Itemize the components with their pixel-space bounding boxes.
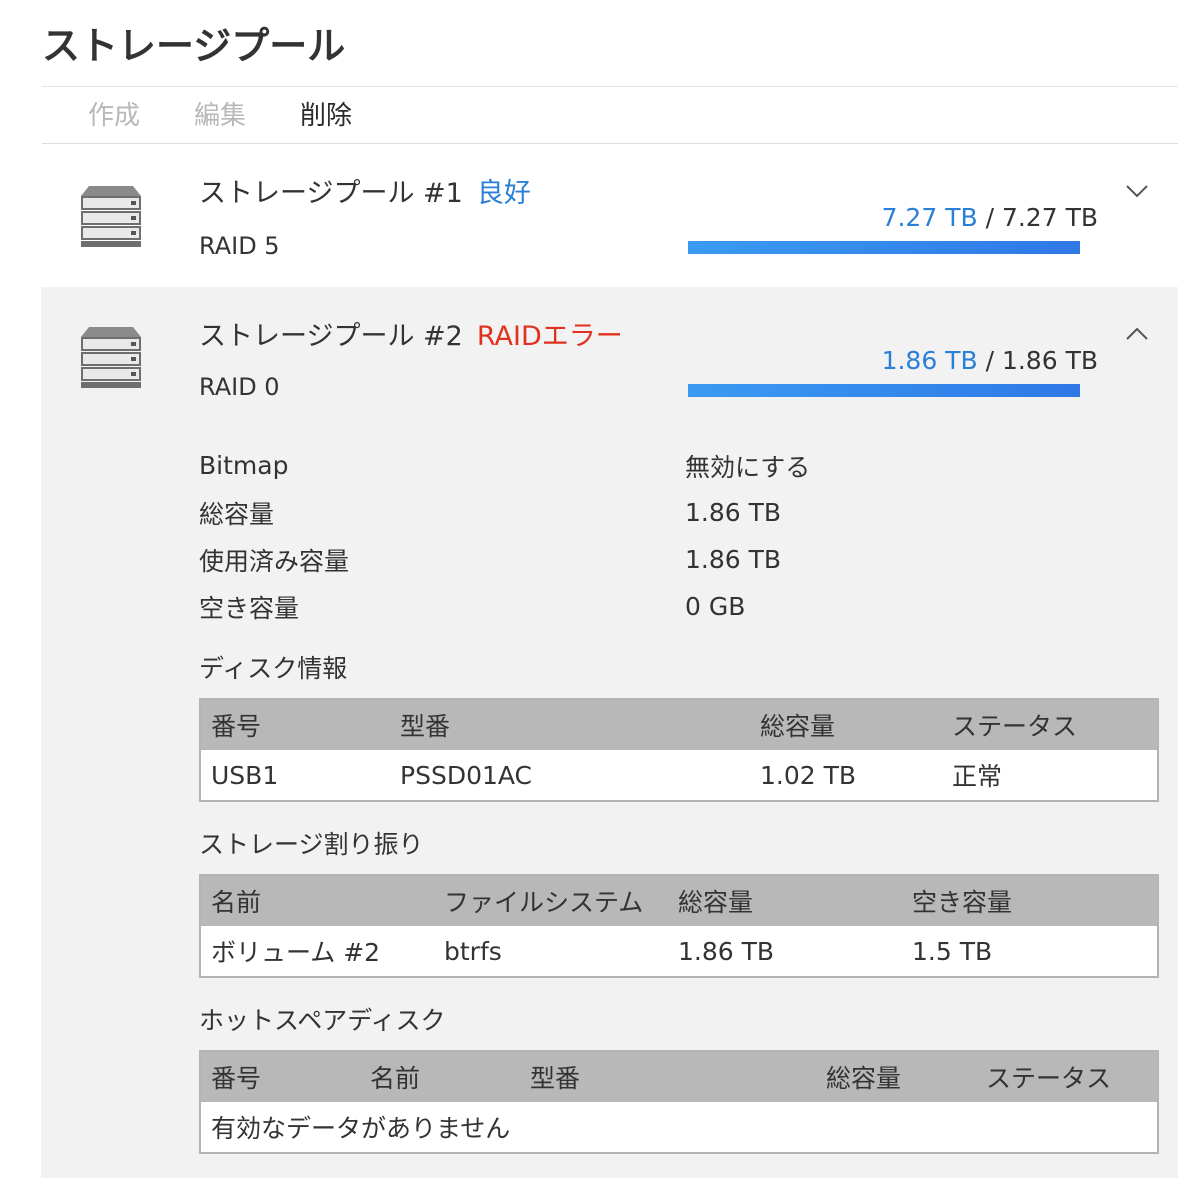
property-label: 使用済み容量: [199, 546, 350, 576]
pool-properties: Bitmap 無効にする 総容量 1.86 TB 使用済み容量 1.86 TB …: [199, 442, 810, 630]
property-row: 空き容量 0 GB: [199, 583, 810, 630]
pool-status-badge: 良好: [476, 178, 531, 209]
table-cell: 1.5 TB: [902, 926, 1158, 977]
property-label: 空き容量: [199, 593, 300, 623]
property-value: 0 GB: [685, 592, 746, 621]
storage-pool-2[interactable]: ストレージプール #2 RAIDエラー RAID 0 1.86 TB / 1.86…: [41, 287, 1178, 1178]
column-header[interactable]: 総容量: [750, 699, 942, 750]
table-cell: 1.86 TB: [668, 926, 902, 977]
used-capacity: 7.27 TB: [881, 203, 978, 232]
capacity-text: 7.27 TB / 7.27 TB: [882, 202, 1098, 234]
table-header-row: 番号 名前 型番 総容量 ステータス: [200, 1051, 1158, 1102]
server-stack-icon: [81, 327, 141, 388]
table-cell: 1.02 TB: [750, 750, 942, 801]
table-header-row: 名前 ファイルシステム 総容量 空き容量: [200, 875, 1158, 926]
capacity-bar: [688, 241, 1080, 254]
empty-message: 有効なデータがありません: [200, 1102, 1158, 1153]
column-header[interactable]: 総容量: [816, 1051, 976, 1102]
hot-spare-title: ホットスペアディスク: [199, 1006, 446, 1035]
column-header[interactable]: 番号: [200, 699, 390, 750]
table-row[interactable]: USB1 PSSD01AC 1.02 TB 正常: [200, 750, 1158, 801]
delete-button[interactable]: 削除: [300, 96, 352, 136]
capacity-bar-fill: [688, 241, 1080, 254]
column-header[interactable]: 型番: [520, 1051, 816, 1102]
property-row: 使用済み容量 1.86 TB: [199, 536, 810, 583]
raid-level: RAID 0: [199, 373, 280, 401]
table-cell: ボリューム #2: [200, 926, 434, 977]
disk-info-table: 番号 型番 総容量 ステータス USB1 PSSD01AC 1.02 TB 正常: [199, 698, 1159, 802]
disk-status: 正常: [942, 750, 1158, 801]
create-button[interactable]: 作成: [88, 96, 140, 136]
property-label: 総容量: [199, 499, 275, 529]
table-row: 有効なデータがありません: [200, 1102, 1158, 1153]
column-header[interactable]: ファイルシステム: [434, 875, 668, 926]
property-row: Bitmap 無効にする: [199, 442, 810, 489]
column-header[interactable]: ステータス: [942, 699, 1158, 750]
edit-button[interactable]: 編集: [194, 96, 246, 136]
table-header-row: 番号 型番 総容量 ステータス: [200, 699, 1158, 750]
capacity-bar: [688, 384, 1080, 397]
table-cell: PSSD01AC: [390, 750, 750, 801]
storage-pool-1[interactable]: ストレージプール #1 良好 RAID 5 7.27 TB / 7.27 TB: [41, 144, 1178, 287]
column-header[interactable]: ステータス: [976, 1051, 1158, 1102]
total-capacity: 1.86 TB: [1001, 346, 1098, 375]
raid-level: RAID 5: [199, 232, 280, 260]
column-header[interactable]: 番号: [200, 1051, 360, 1102]
title-divider: [42, 86, 1178, 87]
pool-name: ストレージプール #1: [199, 178, 463, 209]
total-capacity: 7.27 TB: [1001, 203, 1098, 232]
table-cell: btrfs: [434, 926, 668, 977]
table-row[interactable]: ボリューム #2 btrfs 1.86 TB 1.5 TB: [200, 926, 1158, 977]
disk-info-title: ディスク情報: [199, 654, 348, 683]
pool-title: ストレージプール #1 良好: [199, 176, 531, 212]
table-cell: USB1: [200, 750, 390, 801]
property-value: 1.86 TB: [685, 498, 782, 527]
hot-spare-table: 番号 名前 型番 総容量 ステータス 有効なデータがありません: [199, 1050, 1159, 1154]
page-title: ストレージプール: [42, 24, 346, 68]
pool-title: ストレージプール #2 RAIDエラー: [199, 319, 623, 355]
server-stack-icon: [81, 186, 141, 247]
pool-name: ストレージプール #2: [199, 321, 463, 352]
column-header[interactable]: 空き容量: [902, 875, 1158, 926]
capacity-separator: /: [977, 203, 1002, 232]
allocation-table: 名前 ファイルシステム 総容量 空き容量 ボリューム #2 btrfs 1.86…: [199, 874, 1159, 978]
property-row: 総容量 1.86 TB: [199, 489, 810, 536]
property-value: 無効にする: [685, 452, 811, 482]
chevron-up-icon[interactable]: [1124, 321, 1150, 347]
property-label: Bitmap: [199, 451, 289, 480]
column-header[interactable]: 名前: [200, 875, 434, 926]
pool-status-badge: RAIDエラー: [476, 321, 623, 352]
property-value: 1.86 TB: [685, 545, 782, 574]
column-header[interactable]: 総容量: [668, 875, 902, 926]
chevron-down-icon[interactable]: [1124, 178, 1150, 204]
used-capacity: 1.86 TB: [881, 346, 978, 375]
column-header[interactable]: 名前: [360, 1051, 520, 1102]
capacity-text: 1.86 TB / 1.86 TB: [882, 345, 1098, 377]
allocation-title: ストレージ割り振り: [199, 830, 424, 859]
capacity-bar-fill: [688, 384, 1080, 397]
column-header[interactable]: 型番: [390, 699, 750, 750]
toolbar: 作成 編集 削除: [88, 96, 406, 136]
capacity-separator: /: [977, 346, 1002, 375]
